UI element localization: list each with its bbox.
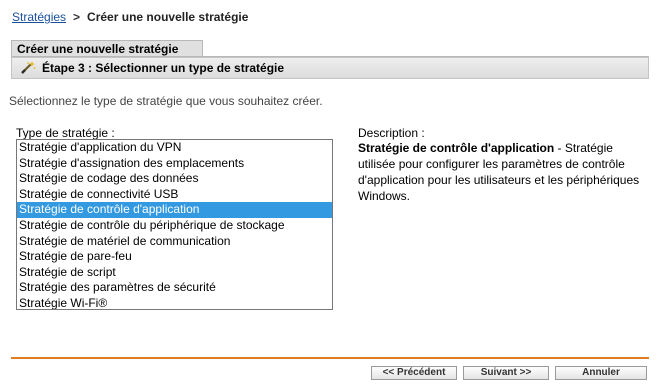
wizard-tab: Créer une nouvelle stratégie bbox=[11, 40, 203, 56]
description-title: Stratégie de contrôle d'application bbox=[358, 141, 555, 155]
policy-type-option[interactable]: Stratégie d'application du VPN bbox=[17, 140, 332, 156]
next-button[interactable]: Suivant >> bbox=[463, 366, 549, 380]
step-title: Étape 3 : Sélectionner un type de straté… bbox=[42, 61, 285, 75]
policy-type-option[interactable]: Stratégie de matériel de communication bbox=[17, 234, 332, 250]
footer-divider bbox=[11, 357, 649, 359]
wand-icon bbox=[20, 61, 36, 75]
previous-button[interactable]: << Précédent bbox=[371, 366, 457, 380]
breadcrumb: Stratégies > Créer une nouvelle stratégie bbox=[12, 10, 248, 24]
policy-type-option[interactable]: Stratégie Wi-Fi® bbox=[17, 296, 332, 309]
description-label: Description : bbox=[358, 126, 425, 140]
policy-type-option[interactable]: Stratégie de connectivité USB bbox=[17, 187, 332, 203]
policy-type-option[interactable]: Stratégie de pare-feu bbox=[17, 249, 332, 265]
policy-type-option[interactable]: Stratégie de script bbox=[17, 265, 332, 281]
policy-type-label: Type de stratégie : bbox=[16, 126, 115, 140]
policy-type-option[interactable]: Stratégie de contrôle d'application bbox=[17, 202, 332, 218]
policy-type-option[interactable]: Stratégie d'assignation des emplacements bbox=[17, 156, 332, 172]
policy-type-option[interactable]: Stratégie des paramètres de sécurité bbox=[17, 280, 332, 296]
breadcrumb-separator: > bbox=[73, 10, 81, 24]
cancel-button[interactable]: Annuler bbox=[555, 366, 647, 380]
policy-type-option[interactable]: Stratégie de codage des données bbox=[17, 171, 332, 187]
policy-type-listbox[interactable]: Stratégie d'application du VPN Stratégie … bbox=[16, 139, 333, 310]
step-bar: Étape 3 : Sélectionner un type de straté… bbox=[11, 57, 649, 79]
breadcrumb-link-strategies[interactable]: Stratégies bbox=[12, 10, 66, 24]
description-body: Stratégie de contrôle d'application - St… bbox=[358, 140, 648, 204]
policy-type-option[interactable]: Stratégie de contrôle du périphérique de… bbox=[17, 218, 332, 234]
instruction-text: Sélectionnez le type de stratégie que vo… bbox=[9, 94, 323, 108]
breadcrumb-current: Créer une nouvelle stratégie bbox=[87, 10, 249, 24]
